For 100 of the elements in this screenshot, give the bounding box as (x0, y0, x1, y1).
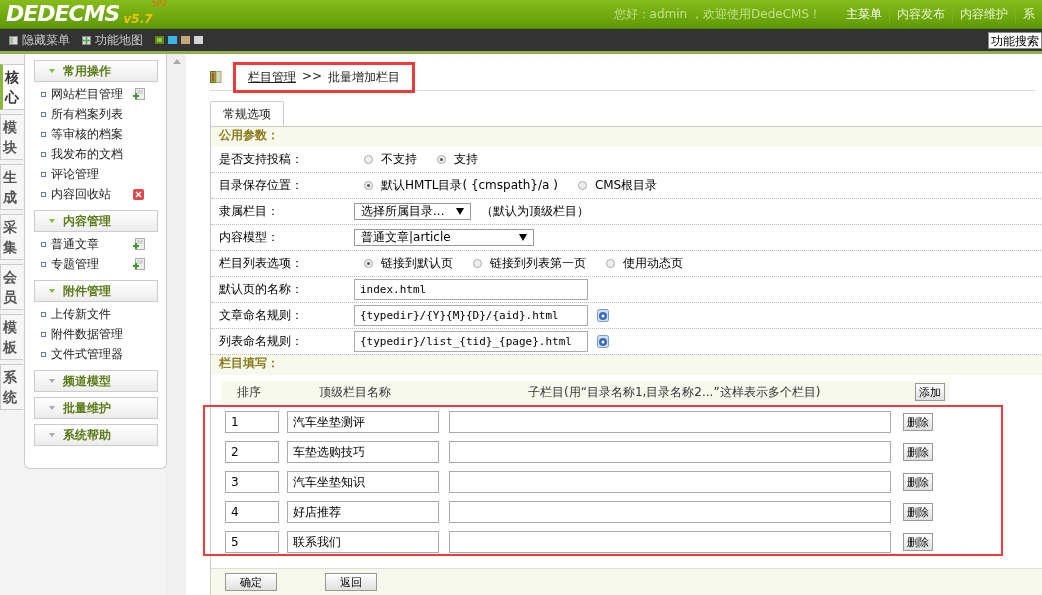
menu-group-header[interactable]: 附件管理 (34, 280, 158, 302)
input-field[interactable]: {typedir}/{Y}{M}{D}/{aid}.html (354, 305, 588, 326)
input-field[interactable] (449, 411, 891, 433)
side-tab[interactable]: 系统 (0, 364, 23, 410)
menu-link[interactable]: 网站栏目管理 (51, 85, 133, 103)
skin-swatch[interactable] (181, 36, 190, 44)
radio-label: CMS根目录 (594, 177, 658, 194)
delete-button[interactable]: 删除 (903, 533, 933, 551)
column-header: 排序 (235, 383, 262, 401)
greeting-text: 您好：admin ，欢迎使用DedeCMS！ (613, 5, 821, 23)
input-field[interactable]: 5 (225, 531, 279, 553)
dropdown[interactable]: 选择所属目录... (354, 203, 471, 220)
form-tab[interactable]: 常规选项 (210, 101, 284, 126)
bullet-icon (41, 261, 46, 267)
field-label: 目录保存位置： (218, 177, 304, 194)
breadcrumb-link[interactable]: 栏目管理 (248, 68, 296, 86)
caret-icon (49, 69, 55, 73)
add-button[interactable]: 添加 (915, 383, 945, 401)
input-field[interactable]: 4 (225, 501, 279, 523)
delete-button[interactable]: 删除 (903, 413, 933, 431)
menu-link[interactable]: 普通文章 (51, 235, 133, 253)
menu-group-header[interactable]: 内容管理 (34, 210, 158, 232)
input-field[interactable]: 2 (225, 441, 279, 463)
field-label: 默认页的名称： (218, 281, 304, 298)
radio-button[interactable] (473, 259, 482, 268)
side-tab[interactable]: 生成 (0, 164, 23, 210)
menu-group-header[interactable]: 频道模型 (34, 370, 158, 392)
hint-text: （默认为顶级栏目） (481, 203, 589, 220)
delete-button[interactable]: 删除 (903, 503, 933, 521)
menu-group-header[interactable]: 批量维护 (34, 397, 158, 419)
menu-link[interactable]: 附件数据管理 (51, 325, 133, 343)
side-tab[interactable]: 会员 (0, 264, 23, 310)
side-tab[interactable]: 模块 (0, 114, 23, 160)
input-field[interactable] (449, 441, 891, 463)
bullet-icon (41, 191, 46, 197)
input-field[interactable]: 好店推荐 (287, 501, 439, 523)
add-page-icon (133, 88, 145, 100)
toolbar-link[interactable]: 功能地图 (95, 31, 143, 49)
input-field[interactable]: {typedir}/list_{tid}_{page}.html (354, 331, 588, 352)
input-field[interactable] (449, 501, 891, 523)
search-button[interactable]: 功能搜索 (988, 31, 1042, 49)
input-field[interactable] (449, 471, 891, 493)
side-tab[interactable]: 模板 (0, 314, 23, 360)
skin-swatch[interactable] (194, 36, 203, 44)
input-field[interactable]: 1 (225, 411, 279, 433)
radio-button[interactable] (577, 181, 587, 190)
menu-link[interactable]: 内容回收站 (51, 185, 133, 203)
menu-link[interactable]: 上传新文件 (51, 305, 133, 323)
dropdown[interactable]: 普通文章|article (354, 229, 534, 246)
input-field[interactable]: 汽车坐垫知识 (287, 471, 439, 493)
side-tab[interactable]: 核心 (0, 64, 24, 110)
radio-label: 支持 (454, 151, 478, 168)
menu-link[interactable]: 专题管理 (51, 255, 133, 273)
menu-link[interactable]: 等审核的档案 (51, 125, 133, 143)
radio-label: 默认HMTL目录( {cmspath}/a ) (381, 177, 558, 194)
input-field[interactable]: 3 (225, 471, 279, 493)
input-field[interactable] (449, 531, 891, 553)
radio-button[interactable] (606, 259, 615, 268)
column-header: 子栏目(用“目录名称1,目录名称2...”这样表示多个栏目) (527, 383, 822, 401)
radio-label: 不支持 (381, 151, 417, 168)
help-icon (597, 335, 609, 348)
radio-label: 使用动态页 (623, 255, 683, 272)
radio-button[interactable] (437, 155, 446, 164)
edition-label: SP2 (152, 0, 167, 8)
field-label: 是否支持投稿： (218, 151, 304, 168)
breadcrumb-current: 批量增加栏目 (328, 68, 401, 86)
book-icon (210, 71, 222, 83)
form-button[interactable]: 确定 (225, 573, 277, 591)
input-field[interactable]: 联系我们 (287, 531, 439, 553)
add-page-icon (133, 258, 145, 270)
side-tab[interactable]: 采集 (0, 214, 23, 260)
section-heading: 栏目填写： (211, 355, 1042, 375)
radio-button[interactable] (364, 155, 373, 164)
skin-swatch[interactable] (155, 36, 164, 44)
delete-icon (133, 188, 144, 200)
radio-label: 链接到默认页 (381, 255, 453, 272)
form-button[interactable]: 返回 (325, 573, 377, 591)
delete-button[interactable]: 删除 (903, 473, 933, 491)
bullet-icon (41, 351, 46, 357)
menu-link[interactable]: 所有档案列表 (51, 105, 133, 123)
caret-icon (49, 379, 55, 383)
bullet-icon (41, 131, 46, 137)
skin-swatch[interactable] (168, 36, 177, 44)
menu-link[interactable]: 文件式管理器 (51, 345, 133, 363)
input-field[interactable]: 车垫选购技巧 (287, 441, 439, 463)
menu-link[interactable]: 评论管理 (51, 165, 133, 183)
field-label: 内容模型： (218, 229, 280, 246)
delete-button[interactable]: 删除 (903, 443, 933, 461)
menu-link[interactable]: 我发布的文档 (51, 145, 133, 163)
toolbar-link[interactable]: 隐藏菜单 (22, 31, 70, 49)
input-field[interactable]: 汽车坐垫测评 (287, 411, 439, 433)
version-label: v5.7 (123, 12, 153, 26)
scroll-up-icon (172, 59, 181, 64)
field-label: 列表命名规则： (218, 333, 304, 350)
menu-group-header[interactable]: 系统帮助 (34, 424, 158, 446)
menu-group-header[interactable]: 常用操作 (34, 60, 158, 82)
radio-button[interactable] (364, 259, 373, 268)
help-icon (597, 309, 609, 322)
input-field[interactable]: index.html (354, 279, 588, 300)
radio-button[interactable] (364, 181, 373, 190)
